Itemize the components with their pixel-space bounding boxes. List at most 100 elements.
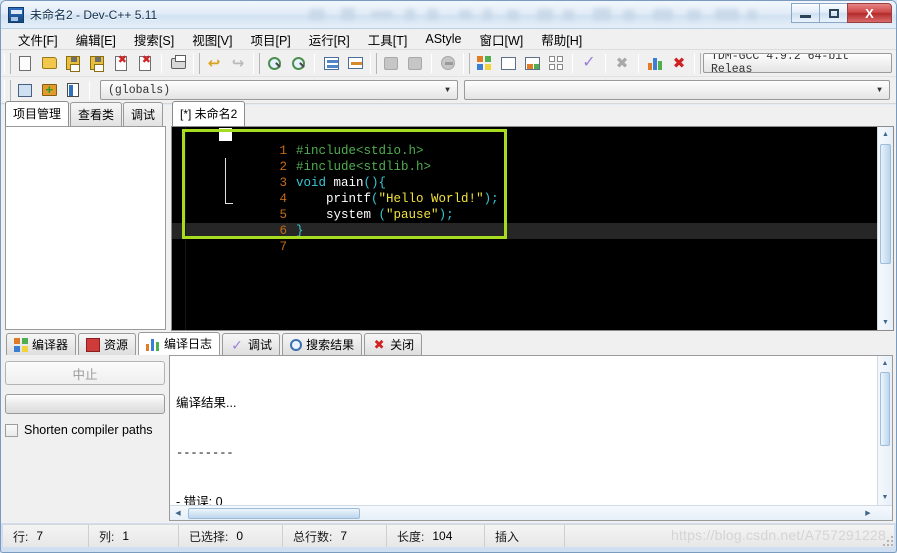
status-selected: 已选择: 0 — [179, 525, 283, 547]
left-pane-tabs: 项目管理 查看类 调试 — [1, 101, 169, 126]
code-text-area[interactable]: 1 #include<stdio.h> 2 #include<stdlib.h> 3… — [172, 127, 877, 330]
close-icon: ✖ — [373, 336, 385, 352]
menu-tools[interactable]: 工具[T] — [359, 28, 417, 51]
scroll-down-arrow-icon[interactable]: ▼ — [878, 490, 892, 505]
run-button[interactable] — [496, 52, 520, 75]
editor-scroll-thumb[interactable] — [880, 144, 891, 264]
toolbar-grip[interactable] — [370, 52, 377, 74]
replace-button[interactable] — [286, 52, 310, 75]
restore-button[interactable] — [819, 3, 848, 23]
resize-grip[interactable] — [881, 534, 893, 546]
log-scroll-thumb[interactable] — [880, 372, 890, 446]
save-button[interactable] — [61, 52, 85, 75]
bottom-tab-debug[interactable]: ✓ 调试 — [222, 333, 281, 355]
project-options-button[interactable] — [61, 79, 85, 102]
toolbar-separator — [638, 53, 639, 73]
shorten-compiler-paths-checkbox[interactable] — [5, 423, 18, 437]
status-bar: 行: 7 列: 1 已选择: 0 总行数: 7 长度: 104 插入 https… — [3, 524, 894, 547]
toolbar-grip[interactable] — [193, 52, 200, 74]
profile-button[interactable] — [643, 52, 667, 75]
code-editor[interactable]: 1 #include<stdio.h> 2 #include<stdlib.h> 3… — [171, 126, 894, 331]
syntax-check-button[interactable]: ✓ — [577, 52, 601, 75]
menu-astyle[interactable]: AStyle — [416, 30, 470, 48]
open-file-button[interactable] — [37, 52, 61, 75]
bottom-tab-compile-log[interactable]: 编译日志 — [138, 332, 221, 355]
log-line: - 错误: 0 — [176, 495, 223, 505]
save-all-button[interactable] — [85, 52, 109, 75]
toolbar-grip[interactable] — [694, 52, 701, 74]
compiler-select[interactable]: TDM-GCC 4.9.2 64-bit Releas — [703, 53, 892, 73]
tab-class-browser[interactable]: 查看类 — [70, 102, 123, 126]
close-file-icon: ✖ — [115, 54, 127, 71]
new-file-icon — [19, 55, 31, 71]
add-to-project-button[interactable] — [37, 79, 61, 102]
close-all-button[interactable]: ✖ — [133, 52, 157, 75]
scroll-up-arrow-icon[interactable]: ▲ — [878, 127, 893, 142]
toggle-bookmark-button[interactable] — [343, 52, 367, 75]
redo-button[interactable]: ↪ — [226, 52, 250, 75]
log-horizontal-scrollbar[interactable]: ◀ ▶ — [170, 505, 892, 520]
new-file-button[interactable] — [13, 52, 37, 75]
toolbar-grip[interactable] — [463, 52, 470, 74]
undo-button[interactable]: ↩ — [202, 52, 226, 75]
bottom-tab-close[interactable]: ✖ 关闭 — [364, 333, 423, 355]
globals-select[interactable]: (globals) ▼ — [100, 80, 458, 100]
line-number: 7 — [279, 240, 288, 254]
class-select[interactable]: ▼ — [464, 80, 890, 100]
minimize-icon — [800, 14, 811, 18]
goto-line-button[interactable] — [319, 52, 343, 75]
close-file-button[interactable]: ✖ — [109, 52, 133, 75]
bottom-panel: 编译器 资源 编译日志 ✓ 调试 搜索结果 ✖ 关闭 中止 Shorten co… — [1, 332, 896, 523]
toolbar-grip[interactable] — [253, 52, 260, 74]
compile-run-button[interactable] — [520, 52, 544, 75]
menu-project[interactable]: 项目[P] — [241, 28, 299, 51]
back-button[interactable] — [379, 52, 403, 75]
close-button[interactable]: X — [847, 3, 892, 23]
project-tree[interactable] — [5, 126, 166, 330]
new-project-button[interactable] — [13, 79, 37, 102]
delete-profile-button[interactable]: ✖ — [667, 52, 691, 75]
project-toolbar: (globals) ▼ ▼ — [1, 77, 896, 104]
stop-execution-icon: ✖ — [615, 54, 629, 72]
log-hscroll-thumb[interactable] — [188, 508, 360, 519]
menu-run[interactable]: 运行[R] — [300, 28, 359, 51]
add-to-project-icon — [41, 82, 57, 97]
print-button[interactable] — [166, 52, 190, 75]
toolbar-separator — [431, 53, 432, 73]
editor-tab-untitled2[interactable]: [*] 未命名2 — [172, 101, 246, 126]
bottom-tab-compiler[interactable]: 编译器 — [6, 333, 77, 355]
stop-execution-button[interactable]: ✖ — [610, 52, 634, 75]
properties-button[interactable] — [436, 52, 460, 75]
toolbar-grip[interactable] — [4, 52, 11, 74]
bottom-tab-resource[interactable]: 资源 — [78, 333, 137, 355]
tab-project-manager[interactable]: 项目管理 — [5, 101, 70, 126]
menu-view[interactable]: 视图[V] — [183, 28, 241, 51]
toolbar-grip[interactable] — [4, 79, 11, 101]
scroll-left-arrow-icon[interactable]: ◀ — [170, 506, 186, 520]
menu-help[interactable]: 帮助[H] — [532, 28, 591, 51]
minimize-button[interactable] — [791, 3, 820, 23]
compile-log-panel[interactable]: 编译结果... -------- - 错误: 0 - 警告: 0 - 输出文件名… — [169, 355, 893, 521]
menu-edit[interactable]: 编辑[E] — [67, 28, 125, 51]
search-results-icon — [290, 338, 303, 351]
code-fold-guide — [225, 158, 226, 203]
menu-window[interactable]: 窗口[W] — [471, 28, 533, 51]
menu-search[interactable]: 搜索[S] — [125, 28, 183, 51]
rebuild-all-button[interactable] — [544, 52, 568, 75]
scroll-down-arrow-icon[interactable]: ▼ — [878, 315, 893, 330]
find-button[interactable] — [262, 52, 286, 75]
scroll-up-arrow-icon[interactable]: ▲ — [878, 356, 892, 371]
editor-vertical-scrollbar[interactable]: ▲ ▼ — [877, 127, 893, 330]
shorten-compiler-paths-row[interactable]: Shorten compiler paths — [5, 423, 165, 437]
menu-file[interactable]: 文件[F] — [9, 28, 67, 51]
log-vertical-scrollbar[interactable]: ▲ ▼ — [877, 356, 892, 505]
compile-button[interactable] — [472, 52, 496, 75]
tab-debug[interactable]: 调试 — [123, 102, 164, 126]
redo-icon: ↪ — [231, 54, 245, 72]
bottom-tab-search-results[interactable]: 搜索结果 — [282, 333, 363, 355]
abort-button[interactable]: 中止 — [5, 361, 165, 385]
forward-button[interactable] — [403, 52, 427, 75]
code-fold-toggle[interactable] — [219, 128, 232, 141]
scroll-right-arrow-icon[interactable]: ▶ — [860, 506, 876, 520]
title-bar-blur-artifact — [309, 9, 325, 20]
